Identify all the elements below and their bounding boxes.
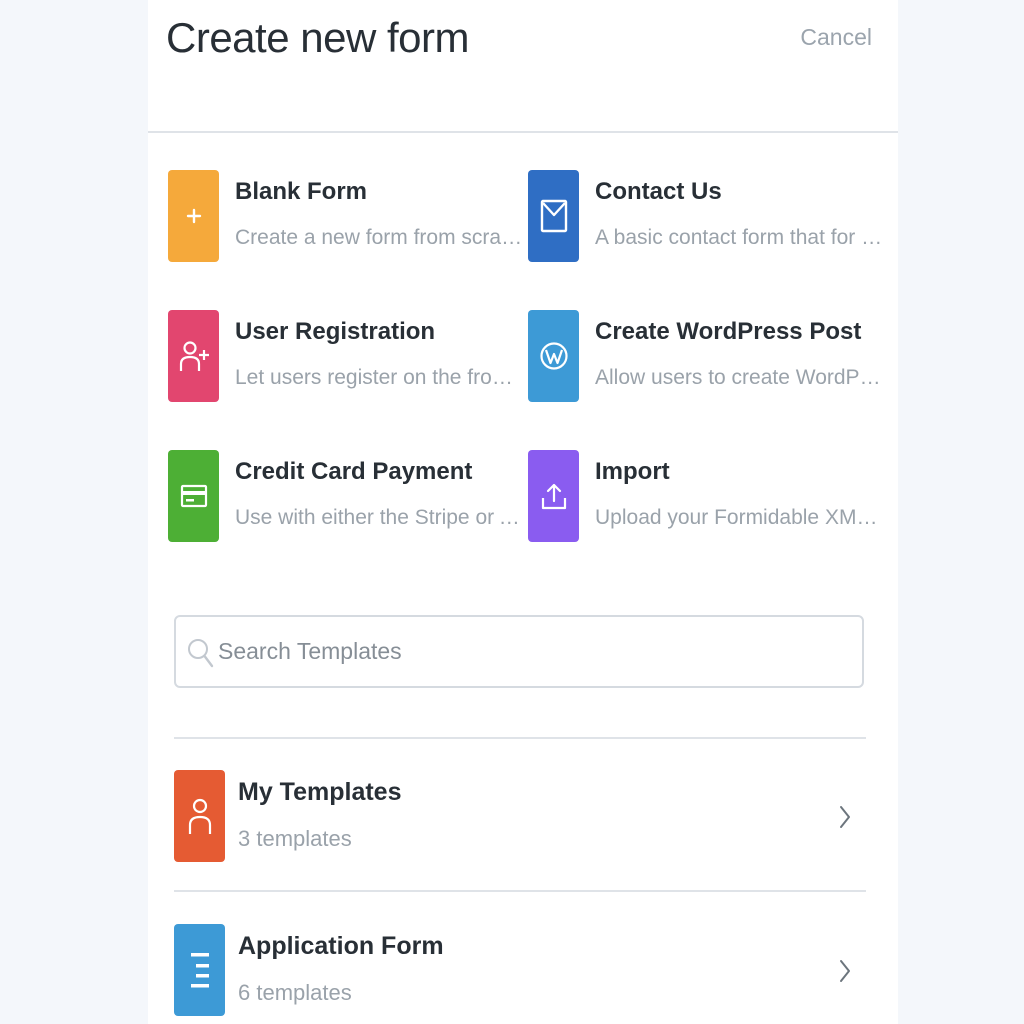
option-contact-us[interactable]: Contact Us A basic contact form that for… xyxy=(528,170,883,262)
divider xyxy=(174,890,866,892)
category-name: My Templates xyxy=(238,778,402,806)
category-name: Application Form xyxy=(238,932,444,960)
option-title: Create WordPress Post xyxy=(595,318,862,345)
option-icon-box xyxy=(528,170,579,262)
upload-icon xyxy=(541,483,566,510)
option-credit-card-payment[interactable]: Credit Card Payment Use with either the … xyxy=(168,450,523,542)
credit-card-icon xyxy=(180,484,207,508)
search-icon xyxy=(188,639,214,668)
option-description: Use with either the Stripe or Autho… xyxy=(235,506,523,529)
option-title: Blank Form xyxy=(235,178,368,205)
search-templates-input[interactable] xyxy=(218,625,848,677)
option-title: Import xyxy=(595,458,670,485)
divider xyxy=(174,737,866,739)
option-title: User Registration xyxy=(235,318,436,345)
category-icon-box xyxy=(174,924,225,1016)
option-blank-form[interactable]: Blank Form Create a new form from scratc… xyxy=(168,170,523,262)
envelope-icon xyxy=(540,199,567,233)
option-create-wordpress-post[interactable]: Create WordPress Post Allow users to cre… xyxy=(528,310,883,402)
option-description: A basic contact form that for any … xyxy=(595,226,883,249)
search-templates-box xyxy=(174,615,864,688)
chevron-right-icon xyxy=(840,806,850,828)
option-description: Upload your Formidable XML or C… xyxy=(595,506,883,529)
option-description: Allow users to create WordPress p… xyxy=(595,366,883,389)
list-icon xyxy=(190,953,209,988)
option-title: Contact Us xyxy=(595,178,722,205)
cancel-button[interactable]: Cancel xyxy=(800,24,872,51)
option-title: Credit Card Payment xyxy=(235,458,473,485)
option-description: Create a new form from scratch xyxy=(235,226,523,249)
option-icon-box xyxy=(528,450,579,542)
option-icon-box xyxy=(168,310,219,402)
template-category-application-form[interactable]: Application Form 6 templates xyxy=(174,924,866,1016)
category-icon-box xyxy=(174,770,225,862)
chevron-right-icon xyxy=(840,960,850,982)
wordpress-icon xyxy=(539,342,568,370)
user-add-icon xyxy=(179,341,209,371)
user-icon xyxy=(188,798,211,834)
option-icon-box xyxy=(168,170,219,262)
category-count: 6 templates xyxy=(238,980,352,1005)
plus-icon xyxy=(186,208,201,224)
option-icon-box xyxy=(168,450,219,542)
create-form-modal: Create new form Cancel Blank Form Create… xyxy=(148,0,898,1024)
template-category-my-templates[interactable]: My Templates 3 templates xyxy=(174,770,866,862)
modal-header: Create new form Cancel xyxy=(148,0,898,133)
option-user-registration[interactable]: User Registration Let users register on … xyxy=(168,310,523,402)
option-import[interactable]: Import Upload your Formidable XML or C… xyxy=(528,450,883,542)
modal-title: Create new form xyxy=(166,14,469,61)
option-icon-box xyxy=(528,310,579,402)
option-description: Let users register on the front-end… xyxy=(235,366,523,389)
category-count: 3 templates xyxy=(238,826,352,851)
